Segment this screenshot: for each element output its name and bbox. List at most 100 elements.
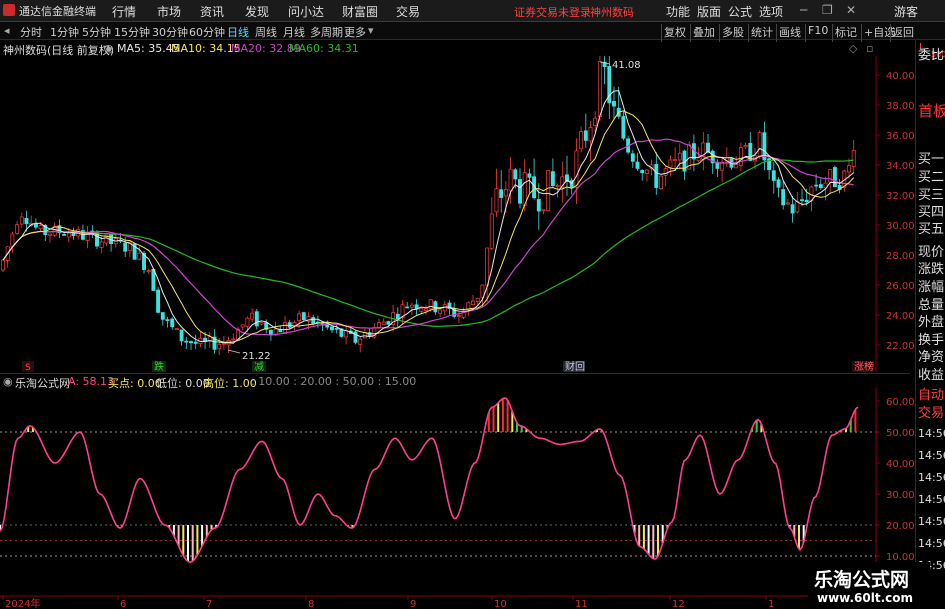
candle-body	[330, 326, 334, 331]
candle-body	[644, 169, 649, 174]
adjust-button[interactable]: 复权	[664, 24, 686, 40]
toolbar-menu-icon[interactable]: ◂	[4, 24, 10, 37]
price-tick-label: 24.00	[886, 311, 915, 322]
tab-period-30min[interactable]: 30分钟	[152, 24, 188, 40]
menu-layout[interactable]: 版面	[697, 3, 721, 20]
multi-stock-button[interactable]: 多股	[722, 24, 744, 40]
candle-body	[743, 145, 748, 148]
price-tick-label: 22.00	[886, 341, 915, 352]
candle-body	[151, 268, 156, 291]
menu-item-trade[interactable]: 交易	[396, 3, 420, 20]
candle-body	[668, 159, 673, 168]
tab-period-5min[interactable]: 5分钟	[82, 24, 111, 40]
price-tick-label: 34.00	[886, 161, 915, 172]
back-button[interactable]: 返回	[892, 24, 914, 40]
candle-body	[771, 170, 776, 181]
candle-body	[19, 216, 24, 225]
diamond-icon[interactable]: ◇	[849, 42, 857, 55]
tab-period-weekly[interactable]: 周线	[255, 24, 277, 40]
f10-button[interactable]: F10	[808, 24, 828, 37]
close-icon[interactable]: ✕	[846, 3, 856, 17]
candle-body	[66, 232, 71, 238]
expand-icon[interactable]: ▫	[866, 42, 873, 55]
candle-body	[574, 150, 579, 188]
candle-body	[174, 328, 179, 330]
candle-body	[781, 189, 786, 206]
menu-item-market-center[interactable]: 市场	[157, 3, 181, 20]
candle-body	[546, 170, 551, 212]
candle-body	[250, 312, 255, 320]
candle-body	[184, 340, 189, 343]
panel-row-label: 总量	[918, 298, 945, 313]
event-fall[interactable]: 跌	[154, 360, 164, 372]
panel-time-label: 14:56	[918, 427, 945, 440]
login-notice[interactable]: 证券交易未登录	[514, 4, 591, 20]
tab-period-daily[interactable]: 日线	[227, 24, 249, 40]
panel-row-label: 买三	[918, 188, 945, 203]
date-tick-label: 7	[206, 599, 212, 609]
menu-item-market[interactable]: 行情	[112, 3, 136, 20]
indicator-chart[interactable]: 60.0050.0040.0030.0020.0010.00	[0, 388, 915, 595]
tab-period-timeshare[interactable]: 分时	[20, 24, 42, 40]
menu-item-discover[interactable]: 发现	[245, 3, 269, 20]
indicator-refs: : 10.00 : 20.00 : 50.00 : 15.00	[251, 375, 417, 388]
guest-label[interactable]: 游客	[894, 3, 918, 20]
overlay-button[interactable]: 叠加	[693, 24, 715, 40]
candle-body	[785, 202, 790, 205]
candle-body	[673, 159, 678, 161]
candle-body	[630, 153, 635, 162]
panel-row-label: 买二	[918, 170, 945, 185]
candle-body	[828, 169, 833, 183]
candle-body	[597, 61, 602, 118]
menu-options[interactable]: 选项	[759, 3, 783, 20]
mark-button[interactable]: 标记	[835, 24, 857, 40]
menu-item-wealth[interactable]: 财富圈	[342, 3, 378, 20]
candle-body	[654, 164, 659, 188]
candlestick-chart[interactable]: 40.00 38.00 36.00 34.00 32.00 30.00 28.00 26.00…	[0, 56, 915, 372]
candle-body	[287, 322, 292, 328]
date-tick-label: 1	[768, 599, 774, 609]
tab-period-monthly[interactable]: 月线	[283, 24, 305, 40]
candle-body	[428, 299, 433, 310]
menu-item-ask[interactable]: 问小达	[288, 3, 324, 20]
price-tick-label: 36.00	[886, 131, 915, 142]
candle-body	[283, 322, 287, 334]
minimize-icon[interactable]: ─	[800, 3, 807, 17]
candle-body	[1, 259, 5, 271]
panel-row-label: 买四	[918, 205, 945, 220]
menu-item-news[interactable]: 资讯	[200, 3, 224, 20]
candle-body	[541, 209, 546, 212]
candle-body	[137, 252, 142, 260]
candle-body	[640, 170, 645, 174]
tab-period-15min[interactable]: 15分钟	[114, 24, 150, 40]
event-rank[interactable]: 涨榜	[854, 360, 874, 372]
candle-body	[405, 306, 410, 309]
tab-period-multi[interactable]: 多周期	[310, 24, 343, 40]
event-finance[interactable]: 财回	[565, 360, 585, 372]
candle-body	[165, 319, 170, 321]
statistics-button[interactable]: 统计	[751, 24, 773, 40]
event-reduce[interactable]: 减	[254, 361, 264, 372]
tab-period-more[interactable]: 更多	[344, 24, 366, 40]
candle-body	[156, 289, 161, 313]
tab-period-1min[interactable]: 1分钟	[50, 24, 79, 40]
menu-function[interactable]: 功能	[666, 3, 690, 20]
menu-formula[interactable]: 公式	[728, 3, 752, 20]
tab-period-60min[interactable]: 60分钟	[189, 24, 225, 40]
restore-icon[interactable]: ❐	[822, 3, 833, 17]
indicator-settings-icon[interactable]: ◉	[3, 375, 13, 388]
event-s[interactable]: S	[25, 363, 31, 372]
date-tick-label: 10	[494, 599, 507, 609]
indicator-tick-label: 60.00	[886, 397, 915, 408]
dropdown-icon[interactable]: ▾	[368, 24, 374, 37]
candle-body	[550, 171, 555, 186]
settings-circle-icon[interactable]: ◉	[104, 42, 114, 55]
event-markers: S 跌 减 财回 涨榜	[22, 360, 874, 372]
watermark-url: www.60lt.com	[817, 591, 914, 605]
candle-body	[818, 184, 823, 189]
panel-row-label: 买五	[918, 222, 945, 237]
candle-body	[10, 233, 15, 247]
candle-body	[160, 312, 165, 320]
panel-row-label: 委比	[918, 48, 945, 63]
draw-line-button[interactable]: 画线	[779, 24, 801, 40]
